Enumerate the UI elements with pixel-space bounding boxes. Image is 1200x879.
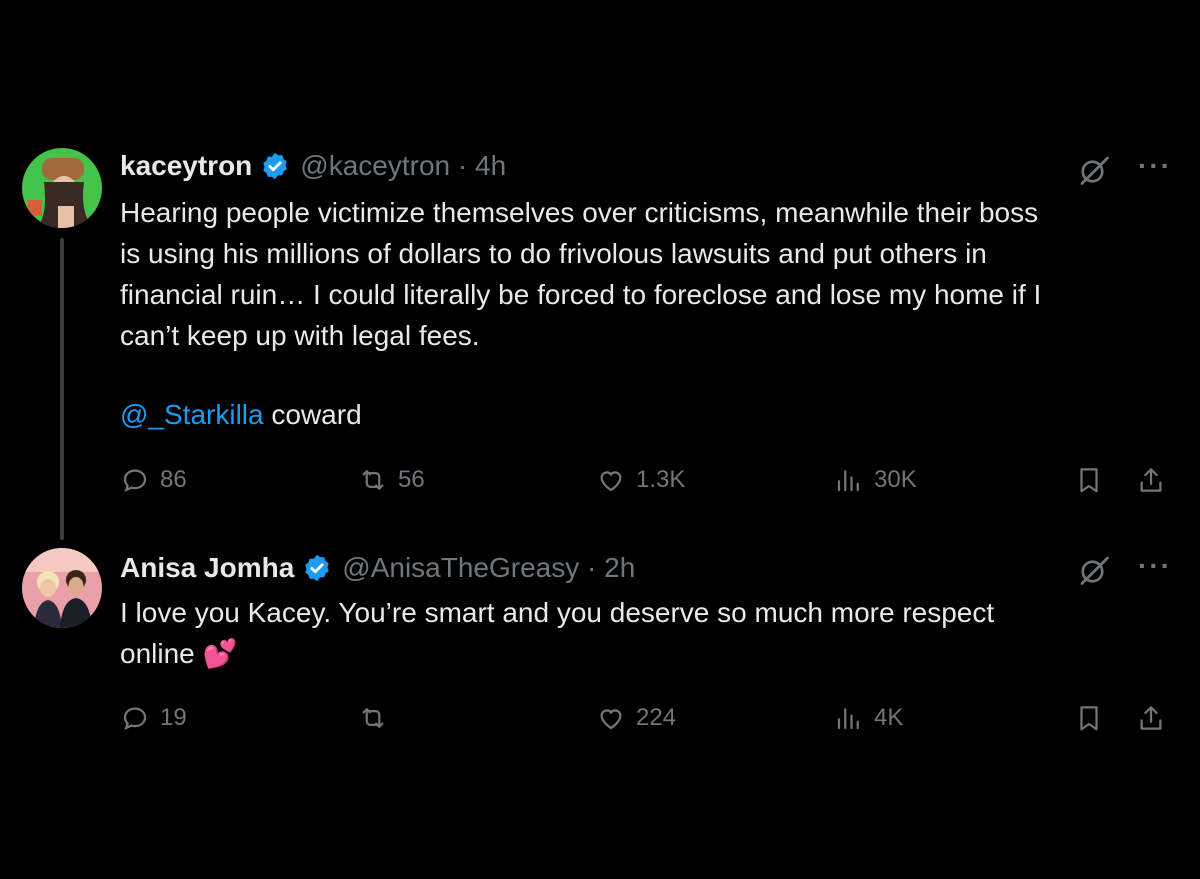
thread-connector-line	[60, 238, 64, 540]
mention-suffix: coward	[263, 399, 362, 430]
tweet-text-content: I love you Kacey. You’re smart and you d…	[120, 597, 995, 669]
views-button[interactable]: 4K	[834, 700, 903, 736]
tweet-text: I love you Kacey. You’re smart and you d…	[120, 592, 1170, 674]
verified-badge-icon	[260, 151, 290, 181]
author-name[interactable]: Anisa Jomha	[120, 552, 294, 584]
reply-button[interactable]: 86	[120, 462, 187, 498]
views-count: 4K	[874, 704, 904, 731]
share-icon	[1136, 465, 1166, 495]
avatar-anisa-jomha[interactable]	[22, 548, 102, 628]
repost-icon	[358, 465, 388, 495]
reply-button[interactable]: 19	[120, 700, 187, 736]
reply-count: 86	[160, 466, 187, 493]
share-button[interactable]	[1136, 462, 1176, 498]
avatar-kaceytron[interactable]	[22, 148, 102, 228]
author-handle-time[interactable]: @AnisaTheGreasy · 2h	[342, 552, 635, 584]
grok-icon[interactable]	[1076, 152, 1112, 188]
repost-count: 56	[398, 466, 425, 493]
like-icon	[596, 465, 626, 495]
bookmark-button[interactable]	[1074, 700, 1114, 736]
author-handle-time[interactable]: @kaceytron · 4h	[300, 150, 506, 182]
like-count: 224	[636, 704, 677, 731]
tweet-text: Hearing people victimize themselves over…	[120, 197, 1042, 351]
views-button[interactable]: 30K	[834, 462, 917, 498]
reply-icon	[120, 465, 150, 495]
repost-button[interactable]	[358, 700, 398, 736]
views-icon	[834, 465, 864, 495]
verified-badge-icon	[302, 553, 332, 583]
tweet-mention-line: @_Starkilla coward	[120, 394, 1170, 435]
views-count: 30K	[874, 466, 917, 493]
bookmark-button[interactable]	[1074, 462, 1114, 498]
more-icon[interactable]: ···	[1138, 150, 1172, 182]
like-icon	[596, 703, 626, 733]
share-icon	[1136, 703, 1166, 733]
reply-icon	[120, 703, 150, 733]
repost-icon	[358, 703, 388, 733]
bookmark-icon	[1074, 465, 1104, 495]
like-button[interactable]: 1.3K	[596, 462, 685, 498]
reply-count: 19	[160, 704, 187, 731]
share-button[interactable]	[1136, 700, 1176, 736]
repost-button[interactable]: 56	[358, 462, 425, 498]
avatar-image	[22, 148, 102, 228]
bookmark-icon	[1074, 703, 1104, 733]
avatar-image	[22, 548, 102, 628]
author-name[interactable]: kaceytron	[120, 150, 252, 182]
like-button[interactable]: 224	[596, 700, 676, 736]
grok-icon[interactable]	[1076, 552, 1112, 588]
hearts-emoji: 💕	[202, 638, 238, 669]
views-icon	[834, 703, 864, 733]
like-count: 1.3K	[636, 466, 686, 493]
more-icon[interactable]: ···	[1138, 550, 1172, 582]
mention-link[interactable]: @_Starkilla	[120, 399, 264, 430]
